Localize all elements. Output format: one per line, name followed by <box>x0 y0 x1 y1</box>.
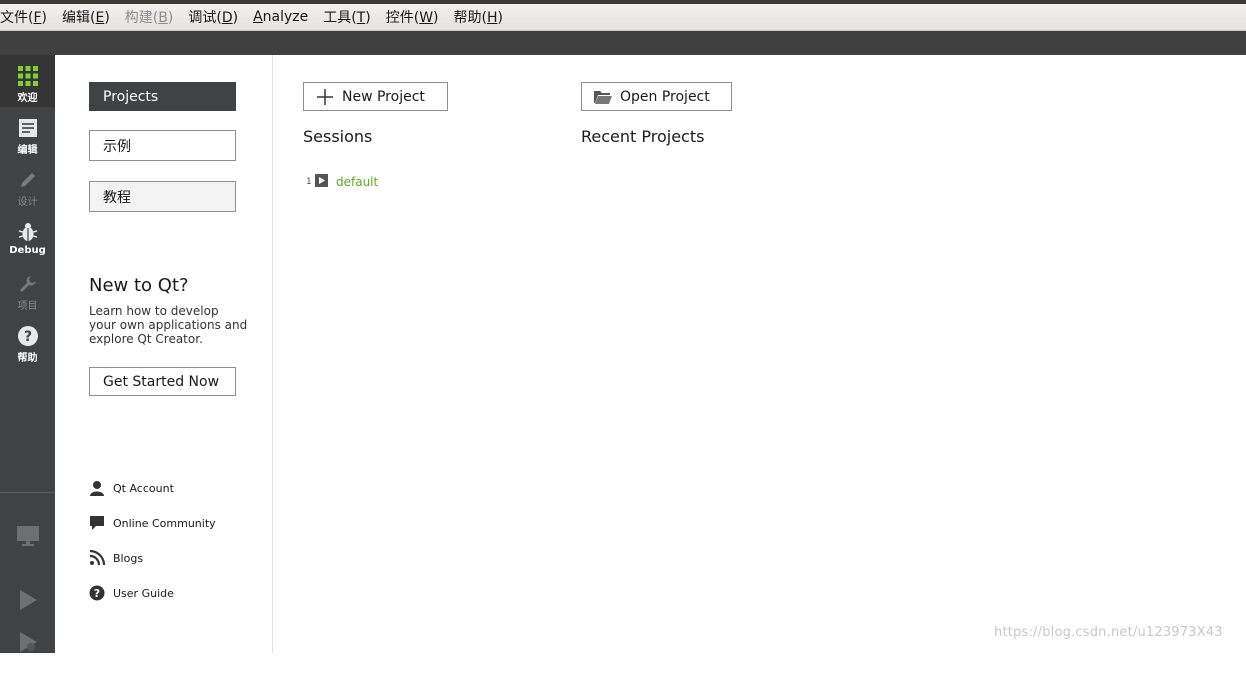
mode-help[interactable]: ? 帮助 <box>0 315 55 367</box>
grid-icon <box>16 64 40 88</box>
online-community-label: Online Community <box>113 516 216 530</box>
new-project-label: New Project <box>342 88 425 105</box>
menu-file-key: F <box>33 10 42 26</box>
speech-bubble-icon <box>89 515 105 531</box>
menu-tools-tail: ) <box>365 10 371 26</box>
session-item[interactable]: 1 default <box>306 172 378 191</box>
menu-build-key: B <box>158 10 168 26</box>
watermark: https://blog.csdn.net/u123973X43 <box>994 625 1223 640</box>
mode-bar-separator <box>0 492 55 493</box>
get-started-button[interactable]: Get Started Now <box>89 367 236 396</box>
menu-edit-key: E <box>95 10 105 26</box>
mode-projects-label: 项目 <box>17 301 38 312</box>
menu-widgets-label: 控件( <box>385 10 420 26</box>
mode-debug[interactable]: Debug <box>0 211 55 263</box>
rss-icon <box>89 550 105 566</box>
svg-text:?: ? <box>23 329 31 345</box>
wrench-icon <box>16 272 40 296</box>
session-play-icon <box>315 172 328 191</box>
open-project-label: Open Project <box>620 88 710 105</box>
menu-debug-key: D <box>221 10 233 26</box>
blogs-label: Blogs <box>113 551 144 565</box>
monitor-icon <box>16 524 40 548</box>
user-guide-link[interactable]: ? User Guide <box>89 584 174 602</box>
tutorials-button[interactable]: 教程 <box>89 181 236 212</box>
debug-run-button[interactable] <box>0 621 55 673</box>
sessions-title: Sessions <box>303 127 373 146</box>
mode-welcome[interactable]: 欢迎 <box>0 55 55 107</box>
mode-projects[interactable]: 项目 <box>0 263 55 315</box>
online-community-link[interactable]: Online Community <box>89 514 216 532</box>
question-icon: ? <box>16 324 40 348</box>
mode-edit[interactable]: 编辑 <box>0 107 55 159</box>
svg-text:?: ? <box>94 587 100 600</box>
menu-debug-label: 调试( <box>188 10 222 26</box>
toolbar-band <box>0 31 1246 55</box>
menu-file[interactable]: 文件(F) <box>0 7 54 27</box>
menu-edit-tail: ) <box>104 10 110 26</box>
menu-widgets[interactable]: 控件(W) <box>378 7 446 27</box>
menu-file-label: 文件( <box>0 10 34 26</box>
mode-design-label: 设计 <box>17 197 38 208</box>
menu-build[interactable]: 构建(B) <box>117 7 181 27</box>
menu-edit-label: 编辑( <box>62 10 96 26</box>
document-icon <box>16 116 40 140</box>
blogs-link[interactable]: Blogs <box>89 549 143 567</box>
mode-bar: 欢迎 编辑 设计 Debug 项目 ? 帮助 <box>0 55 56 653</box>
user-icon <box>89 480 105 496</box>
menu-bar: 文件(F) 编辑(E) 构建(B) 调试(D) Analyze 工具(T) 控件… <box>0 4 1246 31</box>
open-project-button[interactable]: Open Project <box>581 82 732 111</box>
qt-account-link[interactable]: Qt Account <box>89 479 174 497</box>
menu-analyze-key: A <box>253 9 263 25</box>
folder-open-icon <box>594 88 612 106</box>
plus-icon <box>316 88 334 106</box>
menu-debug[interactable]: 调试(D) <box>180 7 245 27</box>
new-project-button[interactable]: New Project <box>303 82 448 111</box>
mode-help-label: 帮助 <box>17 353 38 364</box>
new-to-qt-description: Learn how to develop your own applicatio… <box>89 304 248 346</box>
kit-selector[interactable] <box>0 515 55 567</box>
menu-widgets-tail: ) <box>433 10 439 26</box>
session-number: 1 <box>306 176 312 187</box>
debug-play-icon <box>16 630 40 654</box>
pencil-icon <box>16 168 40 192</box>
bug-icon <box>16 220 40 244</box>
user-guide-label: User Guide <box>113 586 174 600</box>
qt-account-label: Qt Account <box>113 481 174 495</box>
menu-help-key: H <box>486 10 498 26</box>
play-icon <box>16 588 40 612</box>
menu-file-tail: ) <box>41 10 47 26</box>
new-to-qt-title: New to Qt? <box>89 275 189 296</box>
menu-help-label: 帮助( <box>453 10 487 26</box>
menu-edit[interactable]: 编辑(E) <box>54 7 117 27</box>
mode-edit-label: 编辑 <box>17 145 38 156</box>
menu-analyze-tail: nalyze <box>262 9 309 25</box>
recent-projects-title: Recent Projects <box>581 127 705 146</box>
menu-tools-key: T <box>356 10 366 26</box>
menu-analyze[interactable]: Analyze <box>245 9 315 25</box>
menu-tools-label: 工具( <box>323 10 357 26</box>
menu-help-tail: ) <box>497 10 503 26</box>
session-name: default <box>336 174 379 189</box>
projects-button[interactable]: Projects <box>89 82 236 111</box>
menu-widgets-key: W <box>419 10 434 26</box>
mode-welcome-label: 欢迎 <box>17 93 38 104</box>
menu-help[interactable]: 帮助(H) <box>446 7 510 27</box>
examples-button[interactable]: 示例 <box>89 130 236 161</box>
mode-design[interactable]: 设计 <box>0 159 55 211</box>
menu-debug-tail: ) <box>232 10 239 26</box>
welcome-side-panel: Projects 示例 教程 New to Qt? Learn how to d… <box>55 55 273 653</box>
menu-tools[interactable]: 工具(T) <box>315 7 378 27</box>
menu-build-tail: ) <box>167 10 174 26</box>
mode-debug-label: Debug <box>9 245 46 256</box>
help-circle-icon: ? <box>89 585 105 601</box>
menu-build-label: 构建( <box>124 10 159 26</box>
